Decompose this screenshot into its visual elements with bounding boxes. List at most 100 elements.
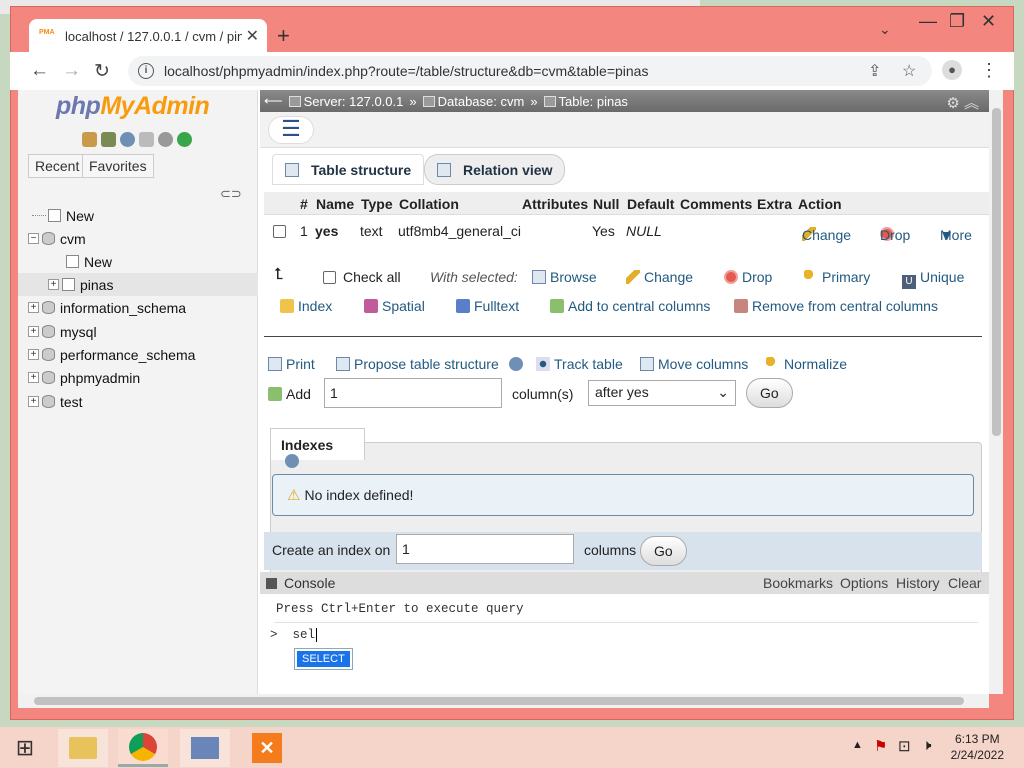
add-columns-go-button[interactable]: Go [746, 378, 793, 408]
col-header-default[interactable]: Default [627, 196, 674, 212]
docs-icon[interactable] [139, 132, 154, 147]
tree-item-pinas[interactable]: + pinas [18, 273, 258, 296]
collapse-nav-icon[interactable]: ⟵ [264, 93, 283, 109]
console-clear[interactable]: Clear [948, 575, 981, 591]
volume-muted-icon[interactable]: 🕨 [922, 737, 931, 754]
col-header-name[interactable]: Name [316, 196, 354, 212]
console-input[interactable]: > sel [270, 628, 318, 642]
help-icon[interactable] [120, 132, 135, 147]
help-icon[interactable] [508, 357, 523, 371]
tree-item-performance-schema[interactable]: + performance_schema [18, 343, 258, 366]
bulk-change-button[interactable]: Change [626, 269, 693, 285]
back-icon[interactable]: ← [30, 60, 49, 82]
bulk-drop-button[interactable]: Drop [724, 269, 772, 285]
col-header-null[interactable]: Null [593, 196, 619, 212]
page-settings-icon[interactable]: ⚙ ︽ [946, 92, 979, 113]
autocomplete-popup[interactable]: SELECT [294, 648, 353, 670]
expand-icon[interactable]: + [48, 279, 59, 290]
start-button[interactable]: ⊞ [0, 729, 50, 767]
normalize-link[interactable]: Normalize [766, 356, 847, 372]
col-header-attributes[interactable]: Attributes [522, 196, 588, 212]
column-position-select[interactable]: after yes ⌄ [588, 380, 736, 406]
logout-icon[interactable] [101, 132, 116, 147]
maximize-icon[interactable]: ❐ [949, 11, 965, 32]
settings-icon[interactable] [158, 132, 173, 147]
propose-structure-link[interactable]: Propose table structure [336, 356, 527, 372]
track-table-link[interactable]: Track table [536, 356, 623, 372]
console-toggle-icon[interactable] [266, 577, 277, 589]
console-bookmarks[interactable]: Bookmarks [763, 575, 833, 591]
print-link[interactable]: Print [268, 356, 315, 372]
minimize-icon[interactable]: — [919, 11, 937, 32]
tab-table-structure[interactable]: Table structure [272, 154, 425, 185]
tree-item-test[interactable]: + test [18, 390, 258, 413]
console-title[interactable]: Console [284, 575, 335, 591]
home-icon[interactable] [82, 132, 97, 147]
expand-icon[interactable]: + [28, 372, 39, 383]
chrome-menu-icon[interactable]: ⋮ [980, 60, 998, 81]
taskbar-clock[interactable]: 6:13 PM 2/24/2022 [951, 731, 1004, 763]
breadcrumb-server[interactable]: Server: 127.0.0.1 [288, 94, 403, 109]
horizontal-scroll-thumb[interactable] [34, 697, 964, 705]
breadcrumb-database[interactable]: Database: cvm [422, 94, 524, 109]
forward-icon[interactable]: → [62, 60, 81, 82]
tree-item-cvm[interactable]: − cvm [18, 227, 258, 250]
profile-avatar-icon[interactable]: ● [942, 60, 962, 80]
reload-nav-icon[interactable] [177, 132, 192, 147]
col-header-extra[interactable]: Extra [757, 196, 792, 212]
create-index-go-button[interactable]: Go [640, 536, 687, 566]
col-header-collation[interactable]: Collation [399, 196, 459, 212]
link-with-main-icon[interactable]: ⊂⊃ [220, 186, 242, 202]
bulk-fulltext-button[interactable]: Fulltext [456, 298, 519, 314]
col-header-comments[interactable]: Comments [680, 196, 752, 212]
bulk-remove-central-button[interactable]: Remove from central columns [734, 298, 938, 314]
hamburger-menu-icon[interactable]: ☰ [268, 116, 314, 144]
row-checkbox[interactable] [273, 225, 286, 238]
taskbar-chrome[interactable] [118, 729, 168, 767]
check-all[interactable]: Check all [323, 269, 401, 285]
network-icon[interactable]: ⊡ [898, 737, 911, 755]
bulk-browse-button[interactable]: Browse [532, 269, 597, 285]
console-history[interactable]: History [896, 575, 940, 591]
tree-item-mysql[interactable]: + mysql [18, 320, 258, 343]
taskbar-file-explorer[interactable] [58, 729, 108, 767]
tab-search-icon[interactable]: ⌄ [879, 21, 891, 38]
bulk-spatial-button[interactable]: Spatial [364, 298, 425, 314]
favorites-tab[interactable]: Favorites [82, 154, 154, 178]
console-bar[interactable]: Console Bookmarks Options History Clear [260, 572, 989, 594]
create-index-count-input[interactable]: 1 [396, 534, 574, 564]
site-info-icon[interactable]: i [138, 63, 154, 79]
address-bar[interactable]: i localhost/phpmyadmin/index.php?route=/… [128, 56, 932, 86]
autocomplete-item[interactable]: SELECT [297, 651, 350, 667]
phpmyadmin-logo[interactable]: phpMyAdmin [56, 92, 210, 121]
close-window-icon[interactable]: ✕ [981, 11, 996, 32]
browser-tab[interactable]: PMA localhost / 127.0.0.1 / cvm / pina ✕ [29, 19, 267, 53]
expand-icon[interactable]: + [28, 349, 39, 360]
taskbar-xampp[interactable]: ✕ [242, 729, 292, 767]
check-all-checkbox[interactable] [323, 271, 336, 284]
add-columns-count-input[interactable]: 1 [324, 378, 502, 408]
recent-tab[interactable]: Recent [28, 154, 87, 178]
bulk-primary-button[interactable]: Primary [804, 269, 870, 285]
tab-relation-view[interactable]: Relation view [424, 154, 566, 185]
tray-chevron-icon[interactable]: ▲ [852, 739, 863, 751]
bookmark-star-icon[interactable]: ☆ [902, 61, 916, 81]
vertical-scroll-thumb[interactable] [992, 108, 1001, 436]
col-header-type[interactable]: Type [361, 196, 393, 212]
expand-icon[interactable]: + [28, 326, 39, 337]
bulk-add-central-button[interactable]: Add to central columns [550, 298, 710, 314]
reload-icon[interactable]: ↻ [94, 60, 110, 83]
flag-icon[interactable]: ⚑ [874, 737, 887, 755]
console-options[interactable]: Options [840, 575, 888, 591]
tree-item-cvm-new[interactable]: New [18, 250, 258, 273]
collapse-icon[interactable]: − [28, 233, 39, 244]
expand-icon[interactable]: + [28, 302, 39, 313]
move-columns-link[interactable]: Move columns [640, 356, 748, 372]
tree-item-phpmyadmin[interactable]: + phpmyadmin [18, 366, 258, 389]
breadcrumb-table[interactable]: Table: pinas [543, 94, 628, 109]
bulk-index-button[interactable]: Index [280, 298, 332, 314]
share-icon[interactable]: ⇪ [868, 61, 881, 81]
bulk-unique-button[interactable]: U Unique [902, 269, 964, 289]
expand-icon[interactable]: + [28, 396, 39, 407]
taskbar-network-app[interactable] [180, 729, 230, 767]
